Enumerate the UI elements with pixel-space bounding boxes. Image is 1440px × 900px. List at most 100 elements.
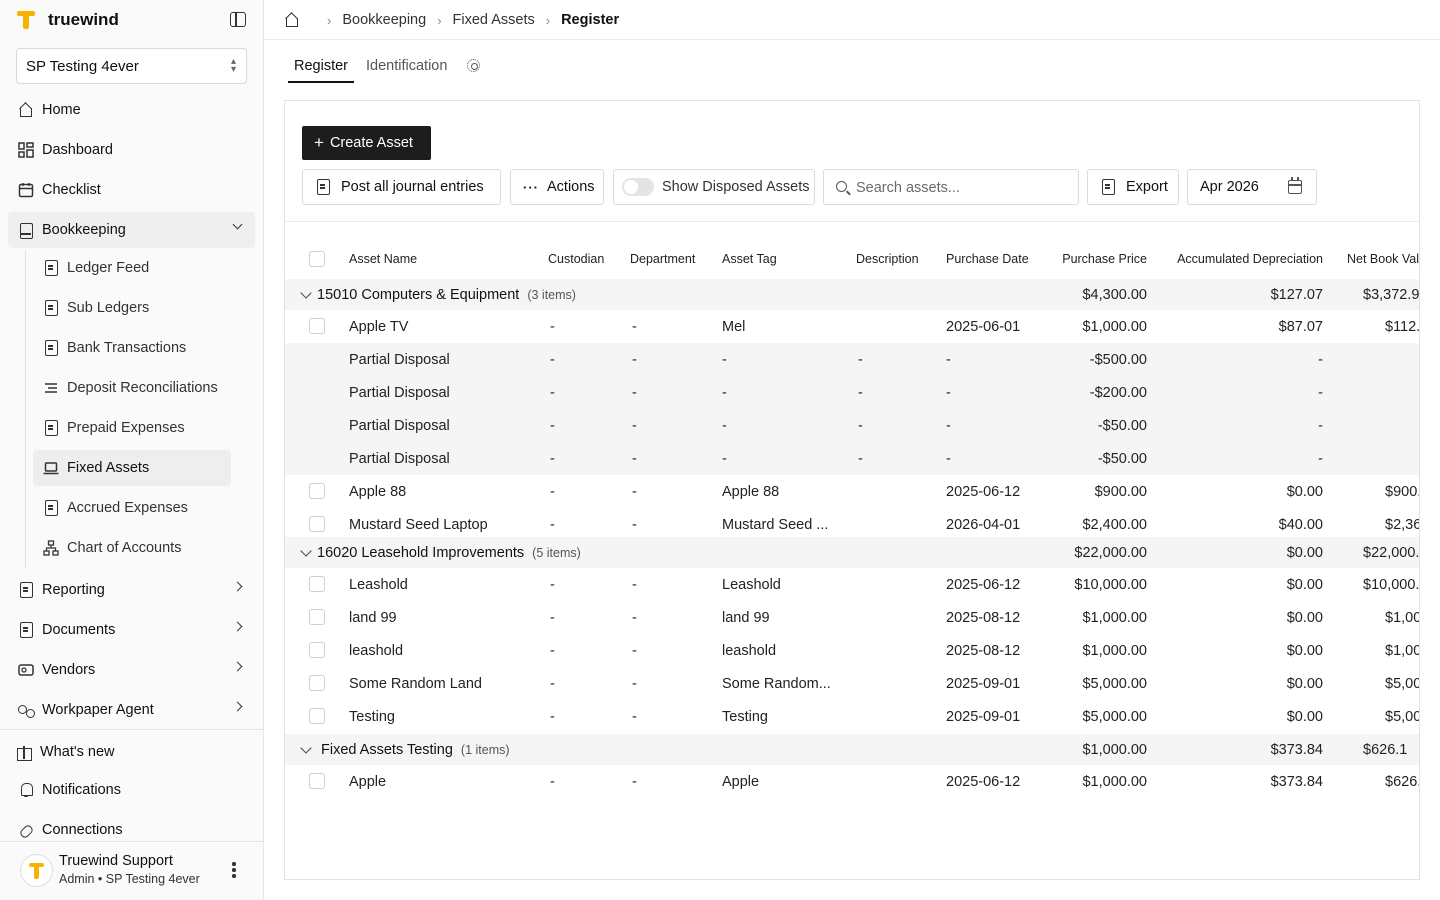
table-row[interactable]: Leashold - - Leashold 2025-06-12 $10,000.00 $0… bbox=[285, 568, 1419, 601]
nav-item-workpaper-agent[interactable]: Workpaper Agent bbox=[8, 692, 255, 728]
cell-purchase-date: 2025-09-01 bbox=[946, 675, 1021, 692]
row-checkbox[interactable] bbox=[309, 708, 325, 724]
chevron-down-icon[interactable] bbox=[300, 545, 312, 557]
create-asset-button[interactable]: + Create Asset bbox=[302, 126, 431, 160]
cell-purchase-price: $5,000.00 bbox=[1082, 675, 1147, 692]
sidebar-item-ledger-feed[interactable]: Ledger Feed bbox=[33, 250, 231, 286]
table-row[interactable]: land 99 - - land 99 2025-08-12 $1,000.00 $0.00… bbox=[285, 601, 1419, 634]
table-row[interactable]: Some Random Land - - Some Random... 2025-09-… bbox=[285, 667, 1419, 700]
sidebar-item-fixed-assets[interactable]: Fixed Assets bbox=[33, 450, 231, 486]
more-vertical-icon[interactable] bbox=[232, 862, 236, 878]
cell-department: - bbox=[632, 773, 637, 790]
table-row[interactable]: Apple TV - - Mel 2025-06-01 $1,000.00 $87.07 $1… bbox=[285, 310, 1419, 343]
nav-item-label: Vendors bbox=[42, 662, 96, 678]
breadcrumb-fixed-assets[interactable]: Fixed Assets bbox=[453, 12, 535, 28]
nav-item-home[interactable]: Home bbox=[8, 92, 255, 128]
group-label: 15010 Computers & Equipment bbox=[317, 286, 520, 303]
cell-purchase-price: -$500.00 bbox=[1089, 351, 1147, 368]
sidebar-item-bank-transactions[interactable]: Bank Transactions bbox=[33, 330, 231, 366]
row-checkbox[interactable] bbox=[309, 675, 325, 691]
table-header: Asset Name Custodian Department Asset Ta… bbox=[285, 241, 1419, 277]
cell-accumulated-depreciation: - bbox=[1318, 450, 1323, 467]
cell-custodian: - bbox=[550, 708, 555, 725]
cell-asset-name: leashold bbox=[349, 642, 404, 659]
plus-icon: + bbox=[314, 133, 324, 152]
group-row[interactable]: 16020 Leasehold Improvements (5 items) $22… bbox=[285, 537, 1419, 568]
select-all-checkbox[interactable] bbox=[309, 251, 325, 267]
nav-item-vendors[interactable]: Vendors bbox=[8, 652, 255, 688]
column-header-net-book-value[interactable]: Net Book Val bbox=[1347, 241, 1419, 277]
nav-item-reporting[interactable]: Reporting bbox=[8, 572, 255, 608]
chevron-right-icon bbox=[232, 661, 243, 672]
sidebar: truewind SP Testing 4ever ▴ ▾ Home Dashbo… bbox=[0, 0, 264, 900]
sidebar-item-sub-ledgers[interactable]: Sub Ledgers bbox=[33, 290, 231, 326]
sidebar-toggle-icon[interactable] bbox=[230, 12, 246, 27]
cell-asset-tag: - bbox=[722, 351, 727, 368]
column-header-accumulated-depreciation[interactable]: Accumulated Depreciation bbox=[1153, 241, 1323, 277]
brand[interactable]: truewind bbox=[16, 8, 119, 32]
column-header-purchase-date[interactable]: Purchase Date bbox=[946, 241, 1046, 277]
group-row[interactable]: Fixed Assets Testing (1 items) $1,000.00 $3… bbox=[285, 734, 1419, 765]
truewind-logo-icon bbox=[16, 9, 36, 31]
table-row[interactable]: Testing - - Testing 2025-09-01 $5,000.00 $0.00… bbox=[285, 700, 1419, 733]
row-checkbox[interactable] bbox=[309, 576, 325, 592]
post-all-journal-entries-button[interactable]: Post all journal entries bbox=[302, 169, 501, 205]
export-button[interactable]: Export bbox=[1087, 169, 1179, 205]
column-header-purchase-price[interactable]: Purchase Price bbox=[1047, 241, 1147, 277]
column-header-custodian[interactable]: Custodian bbox=[548, 241, 628, 277]
nav-item-connections[interactable]: Connections bbox=[8, 812, 255, 848]
cell-asset-name: Partial Disposal bbox=[349, 417, 450, 434]
document-icon bbox=[315, 179, 330, 195]
sidebar-item-chart-of-accounts[interactable]: Chart of Accounts bbox=[33, 530, 231, 566]
nav-item-whats-new[interactable]: What's new bbox=[8, 734, 255, 770]
sidebar-item-accrued-expenses[interactable]: Accrued Expenses bbox=[33, 490, 231, 526]
nav-item-notifications[interactable]: Notifications bbox=[8, 772, 255, 808]
row-checkbox[interactable] bbox=[309, 516, 325, 532]
row-checkbox[interactable] bbox=[309, 609, 325, 625]
sidebar-item-label: Sub Ledgers bbox=[67, 300, 150, 316]
row-checkbox[interactable] bbox=[309, 483, 325, 499]
nav-item-dashboard[interactable]: Dashboard bbox=[8, 132, 255, 168]
actions-label: Actions bbox=[547, 179, 595, 195]
chevron-down-icon[interactable] bbox=[300, 742, 312, 754]
cell-description bbox=[858, 634, 938, 667]
cell-custodian: - bbox=[550, 773, 555, 790]
tab-identification[interactable]: Identification bbox=[360, 50, 453, 83]
accrued-icon bbox=[43, 500, 59, 516]
actions-button[interactable]: ··· Actions bbox=[510, 169, 604, 205]
more-horizontal-icon: ··· bbox=[523, 179, 539, 195]
toggle-switch[interactable] bbox=[622, 178, 654, 196]
cell-department: - bbox=[632, 675, 637, 692]
breadcrumb-bookkeeping[interactable]: Bookkeeping bbox=[342, 12, 426, 28]
column-header-asset-name[interactable]: Asset Name bbox=[349, 241, 529, 277]
column-header-department[interactable]: Department bbox=[630, 241, 720, 277]
table-row[interactable]: Apple 88 - - Apple 88 2025-06-12 $900.00 $0.00… bbox=[285, 475, 1419, 508]
row-checkbox[interactable] bbox=[309, 642, 325, 658]
period-picker[interactable]: Apr 2026 bbox=[1187, 169, 1317, 205]
sidebar-item-deposit-reconciliations[interactable]: Deposit Reconciliations bbox=[33, 370, 231, 406]
show-disposed-assets-toggle[interactable]: Show Disposed Assets bbox=[613, 169, 815, 205]
table-row[interactable]: Apple - - Apple 2025-06-12 $1,000.00 $373.84 $6… bbox=[285, 765, 1419, 798]
nav-item-checklist[interactable]: Checklist bbox=[8, 172, 255, 208]
chevron-down-icon[interactable] bbox=[300, 287, 312, 299]
nav-item-documents[interactable]: Documents bbox=[8, 612, 255, 648]
settings-gear-icon[interactable] bbox=[465, 57, 483, 75]
column-header-description[interactable]: Description bbox=[856, 241, 941, 277]
search-input[interactable] bbox=[856, 177, 1066, 199]
group-count: (1 items) bbox=[460, 742, 510, 757]
group-row[interactable]: 15010 Computers & Equipment (3 items) $4,3… bbox=[285, 279, 1419, 310]
cell-department: - bbox=[632, 417, 637, 434]
table-row[interactable]: leashold - - leashold 2025-08-12 $1,000.00 $0.… bbox=[285, 634, 1419, 667]
home-icon[interactable] bbox=[284, 12, 300, 28]
user-menu[interactable]: Truewind Support Admin • SP Testing 4eve… bbox=[20, 852, 250, 892]
sidebar-item-prepaid-expenses[interactable]: Prepaid Expenses bbox=[33, 410, 231, 446]
book-icon bbox=[18, 222, 34, 239]
row-checkbox[interactable] bbox=[309, 318, 325, 334]
nav-item-bookkeeping[interactable]: Bookkeeping bbox=[8, 212, 255, 248]
tab-register[interactable]: Register bbox=[288, 50, 354, 83]
column-header-asset-tag[interactable]: Asset Tag bbox=[722, 241, 842, 277]
organization-select[interactable]: SP Testing 4ever ▴ ▾ bbox=[16, 48, 247, 84]
group-purchase-price: $22,000.00 bbox=[1074, 544, 1147, 561]
cell-asset-name: Testing bbox=[349, 708, 395, 725]
row-checkbox[interactable] bbox=[309, 773, 325, 789]
